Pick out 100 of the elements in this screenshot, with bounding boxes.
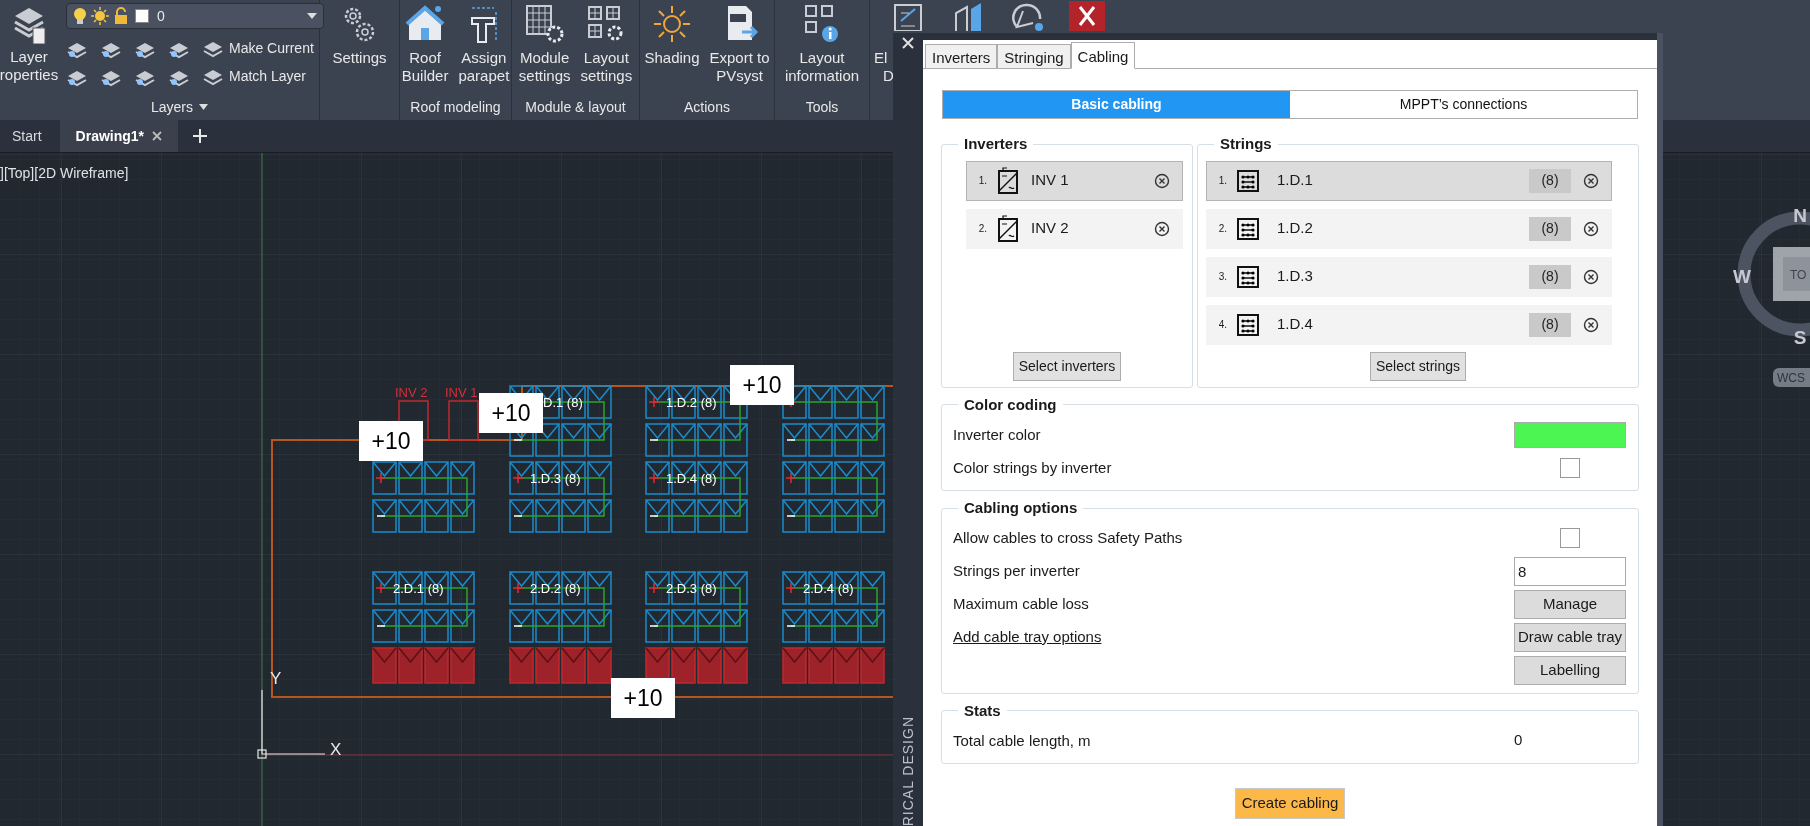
module-grid-icon <box>1236 216 1260 241</box>
item-number: 2. <box>977 222 988 236</box>
remove-icon[interactable] <box>1154 172 1170 189</box>
layer-command-button[interactable]: Match Layer <box>202 66 307 87</box>
compass-label: W <box>1733 266 1751 287</box>
create-button[interactable]: Create cabling <box>1234 788 1346 819</box>
remove-icon[interactable] <box>1583 316 1599 333</box>
action-button[interactable]: Labelling <box>1514 655 1626 685</box>
lock-icon <box>113 7 129 25</box>
sun-icon <box>652 4 692 44</box>
module-grid-icon <box>1236 168 1260 193</box>
field-value: 0 <box>1514 730 1523 751</box>
grid-gear-icon <box>524 4 565 44</box>
axis-label: X <box>330 740 342 759</box>
inverter-icon <box>997 166 1019 195</box>
ribbon-button[interactable]: Layout information <box>782 4 862 94</box>
plus-icon[interactable] <box>192 128 209 144</box>
remove-icon[interactable] <box>1583 220 1599 237</box>
item-number: 3. <box>1217 270 1228 284</box>
field-label: Maximum cable loss <box>953 595 1089 612</box>
module-count: (8) <box>1529 312 1571 337</box>
color-picker[interactable] <box>1514 421 1626 448</box>
close-icon[interactable] <box>902 37 914 49</box>
layer-command-button[interactable]: Make Current <box>202 38 314 59</box>
group-label: Roof modeling <box>410 97 501 117</box>
field-label: Inverter color <box>953 425 1041 443</box>
inverter-name: INV 1 <box>1030 170 1070 191</box>
string-row[interactable]: 4. 1.D.4 (8) <box>1206 304 1612 345</box>
document-tab[interactable]: Drawing1* <box>59 120 179 152</box>
item-number: 4. <box>1217 318 1228 332</box>
select-button[interactable]: Select inverters <box>1012 351 1122 381</box>
panel-tab[interactable]: Stringing <box>997 44 1071 69</box>
ribbon-button[interactable]: Export to PVsyst <box>707 4 772 94</box>
link[interactable]: Add cable tray options <box>953 628 1102 645</box>
string-name: 1.D.4 <box>1276 314 1314 335</box>
group-label: Module & layout <box>525 97 626 117</box>
inverter-label: INV 2 <box>395 385 428 400</box>
color-swatch <box>135 9 149 23</box>
select-button[interactable]: Select strings <box>1369 351 1466 381</box>
checkbox[interactable] <box>1560 528 1580 548</box>
string-label: D.1 (8) <box>543 395 583 410</box>
string-name: 1.D.2 <box>1276 218 1314 239</box>
length-tag: +10 <box>730 365 794 405</box>
module-grid-icon <box>1236 264 1260 289</box>
layer-dropdown[interactable]: 0 <box>66 3 324 29</box>
field-label: Strings per inverter <box>953 562 1080 579</box>
close-icon[interactable] <box>1069 1 1105 31</box>
panel-tab[interactable]: Cabling <box>1070 42 1136 69</box>
group-title: Inverters <box>963 134 1029 154</box>
string-name: 1.D.1 <box>1276 170 1314 191</box>
layer-value: 0 <box>157 6 166 26</box>
button-label[interactable]: El <box>874 49 892 67</box>
caret-icon[interactable] <box>199 104 208 110</box>
ribbon-button[interactable]: Roof Builder <box>399 4 451 94</box>
input-field[interactable]: 8 <box>1514 556 1626 586</box>
ribbon-button[interactable]: Settings <box>330 4 389 94</box>
string-row[interactable]: 2. 1.D.2 (8) <box>1206 208 1612 249</box>
group-title: Strings <box>1219 134 1273 154</box>
compass-label: S <box>1793 327 1807 348</box>
inverter-row[interactable]: 2. INV 2 <box>966 208 1183 249</box>
item-number: 1. <box>977 174 988 188</box>
module-count: (8) <box>1529 216 1571 241</box>
item-number: 2. <box>1217 222 1228 236</box>
action-button[interactable]: Draw cable tray <box>1514 622 1626 652</box>
remove-icon[interactable] <box>1583 268 1599 285</box>
checkbox[interactable] <box>1560 457 1580 478</box>
string-row[interactable]: 1. 1.D.1 (8) <box>1206 160 1612 201</box>
inverter-icon <box>997 214 1019 243</box>
ucs-icon <box>257 689 326 759</box>
compass-label: N <box>1793 205 1807 226</box>
string-label: 1.D.3 (8) <box>530 471 581 486</box>
ribbon-button[interactable]: Shading <box>642 4 702 94</box>
module-count: (8) <box>1529 264 1571 289</box>
group-title: Color coding <box>963 394 1058 415</box>
length-tag: +10 <box>611 678 675 718</box>
rotate-icon[interactable] <box>1011 1 1045 31</box>
field-label: Allow cables to cross Safety Paths <box>953 529 1183 546</box>
remove-icon[interactable] <box>1583 172 1599 189</box>
document-tab[interactable]: Start <box>2 120 52 152</box>
group-title: Stats <box>963 700 1002 721</box>
string-row[interactable]: 3. 1.D.3 (8) <box>1206 256 1612 297</box>
ribbon-button[interactable]: Module settings <box>516 4 573 94</box>
button-label[interactable]: D <box>874 67 892 85</box>
ribbon-button[interactable]: Assign parapet <box>456 4 512 94</box>
string-label: 2.D.4 (8) <box>803 581 854 596</box>
ribbon-button[interactable]: Layout settings <box>578 4 635 94</box>
side-title: RICAL DESIGN <box>898 715 917 826</box>
group-label: Tools <box>805 97 839 117</box>
button-label[interactable]: Layer roperties <box>0 48 59 84</box>
action-button[interactable]: Manage <box>1514 589 1626 619</box>
close-icon[interactable] <box>152 131 163 141</box>
group-title: Cabling options <box>963 498 1079 518</box>
field-label: Color strings by inverter <box>953 458 1112 476</box>
remove-icon[interactable] <box>1154 220 1170 237</box>
string-label: 2.D.1 (8) <box>393 581 444 596</box>
view-label[interactable]: ][Top][2D Wireframe] <box>0 165 129 181</box>
inverter-label: INV 1 <box>445 385 478 400</box>
inverter-row[interactable]: 1. INV 1 <box>966 160 1183 201</box>
panel-tab[interactable]: Inverters <box>925 44 998 69</box>
string-label: 1.D.4 (8) <box>666 471 717 486</box>
